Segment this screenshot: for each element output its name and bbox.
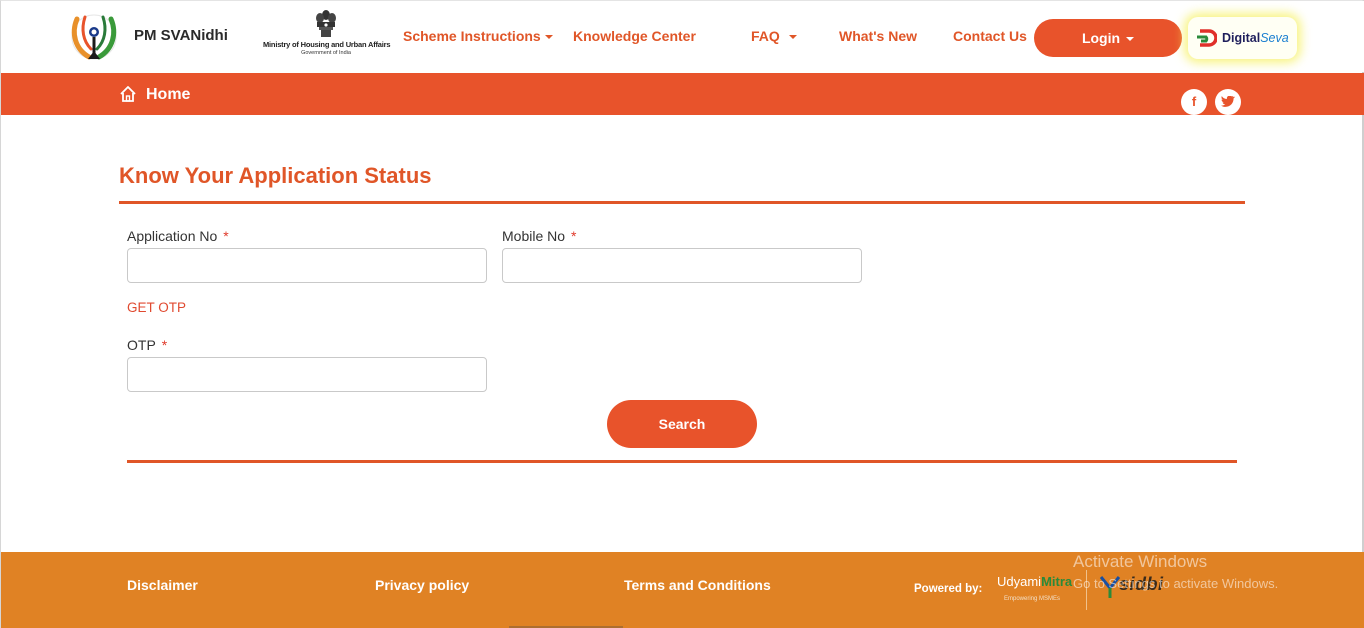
login-label: Login: [1081, 30, 1121, 46]
udyami-mitra-logo[interactable]: UdyamiMitra: [997, 574, 1072, 589]
required-marker: *: [223, 228, 229, 244]
get-otp-link[interactable]: GET OTP: [127, 300, 186, 315]
application-no-input[interactable]: [127, 248, 487, 283]
footer-privacy-link[interactable]: Privacy policy: [375, 577, 469, 593]
application-no-label: Application No *: [127, 228, 229, 244]
udyami-text: Udyami: [997, 574, 1042, 589]
digital-seva-logo[interactable]: Digital Seva: [1188, 17, 1297, 59]
search-button[interactable]: Search: [607, 400, 757, 448]
ministry-name: Ministry of Housing and Urban Affairs: [263, 40, 391, 49]
ministry-subtitle: Government of India: [301, 50, 351, 56]
breadcrumb-bar: Home f: [1, 73, 1364, 115]
nav-faq[interactable]: FAQ: [751, 28, 797, 44]
mitra-text: Mitra: [1041, 574, 1073, 589]
chevron-down-icon: [788, 35, 797, 40]
page: PM SVANidhi Ministry of Housing and Urba…: [0, 0, 1364, 628]
mobile-no-text: Mobile No: [502, 228, 566, 244]
title-divider: [119, 201, 1245, 204]
mobile-no-label: Mobile No *: [502, 228, 576, 244]
login-button[interactable]: Login: [1034, 19, 1182, 57]
required-marker: *: [161, 337, 168, 353]
footer-terms-link[interactable]: Terms and Conditions: [624, 577, 771, 593]
otp-text: OTP: [127, 337, 156, 353]
nav-whats-new[interactable]: What's New: [839, 28, 917, 44]
twitter-icon[interactable]: [1215, 89, 1241, 115]
activate-windows-title: Activate Windows: [1073, 552, 1208, 571]
chevron-down-icon: [1126, 37, 1135, 42]
udyami-tagline: Empowering MSMEs: [1004, 596, 1061, 602]
otp-input[interactable]: [127, 357, 487, 392]
powered-by-label: Powered by:: [914, 583, 983, 595]
page-title: Know Your Application Status: [119, 163, 432, 188]
otp-label: OTP *: [127, 337, 167, 353]
nav-label: Scheme Instructions: [403, 28, 541, 44]
twitter-bird-icon: [1221, 95, 1235, 107]
application-no-text: Application No: [127, 228, 218, 244]
pm-svanidhi-logo[interactable]: [69, 11, 119, 63]
brand-name: PM SVANidhi: [134, 27, 228, 44]
digital-seva-text-2: Seva: [1260, 31, 1289, 45]
required-marker: *: [571, 228, 577, 244]
digital-seva-text-1: Digital: [1222, 31, 1261, 45]
nav-label: Contact Us: [953, 28, 1027, 44]
breadcrumb-home[interactable]: Home: [146, 86, 190, 104]
chevron-down-icon: [544, 35, 553, 40]
nav-contact-us[interactable]: Contact Us: [953, 28, 1027, 44]
nav-scheme-instructions[interactable]: Scheme Instructions: [403, 28, 553, 44]
activate-windows-subtitle: Go to Settings to activate Windows.: [1073, 576, 1279, 591]
digital-seva-icon: [1197, 29, 1217, 47]
ashoka-emblem-icon: [316, 10, 336, 37]
ministry-logo[interactable]: Ministry of Housing and Urban Affairs Go…: [263, 9, 391, 65]
home-icon[interactable]: [119, 85, 137, 103]
mobile-no-input[interactable]: [502, 248, 862, 283]
nav-label: Knowledge Center: [573, 28, 696, 44]
nav-label: FAQ: [751, 28, 780, 44]
nav-knowledge-center[interactable]: Knowledge Center: [573, 28, 696, 44]
nav-label: What's New: [839, 28, 918, 44]
form-bottom-divider: [127, 460, 1237, 463]
facebook-icon[interactable]: f: [1181, 89, 1207, 115]
header: PM SVANidhi Ministry of Housing and Urba…: [1, 1, 1364, 72]
footer-disclaimer-link[interactable]: Disclaimer: [127, 577, 198, 593]
